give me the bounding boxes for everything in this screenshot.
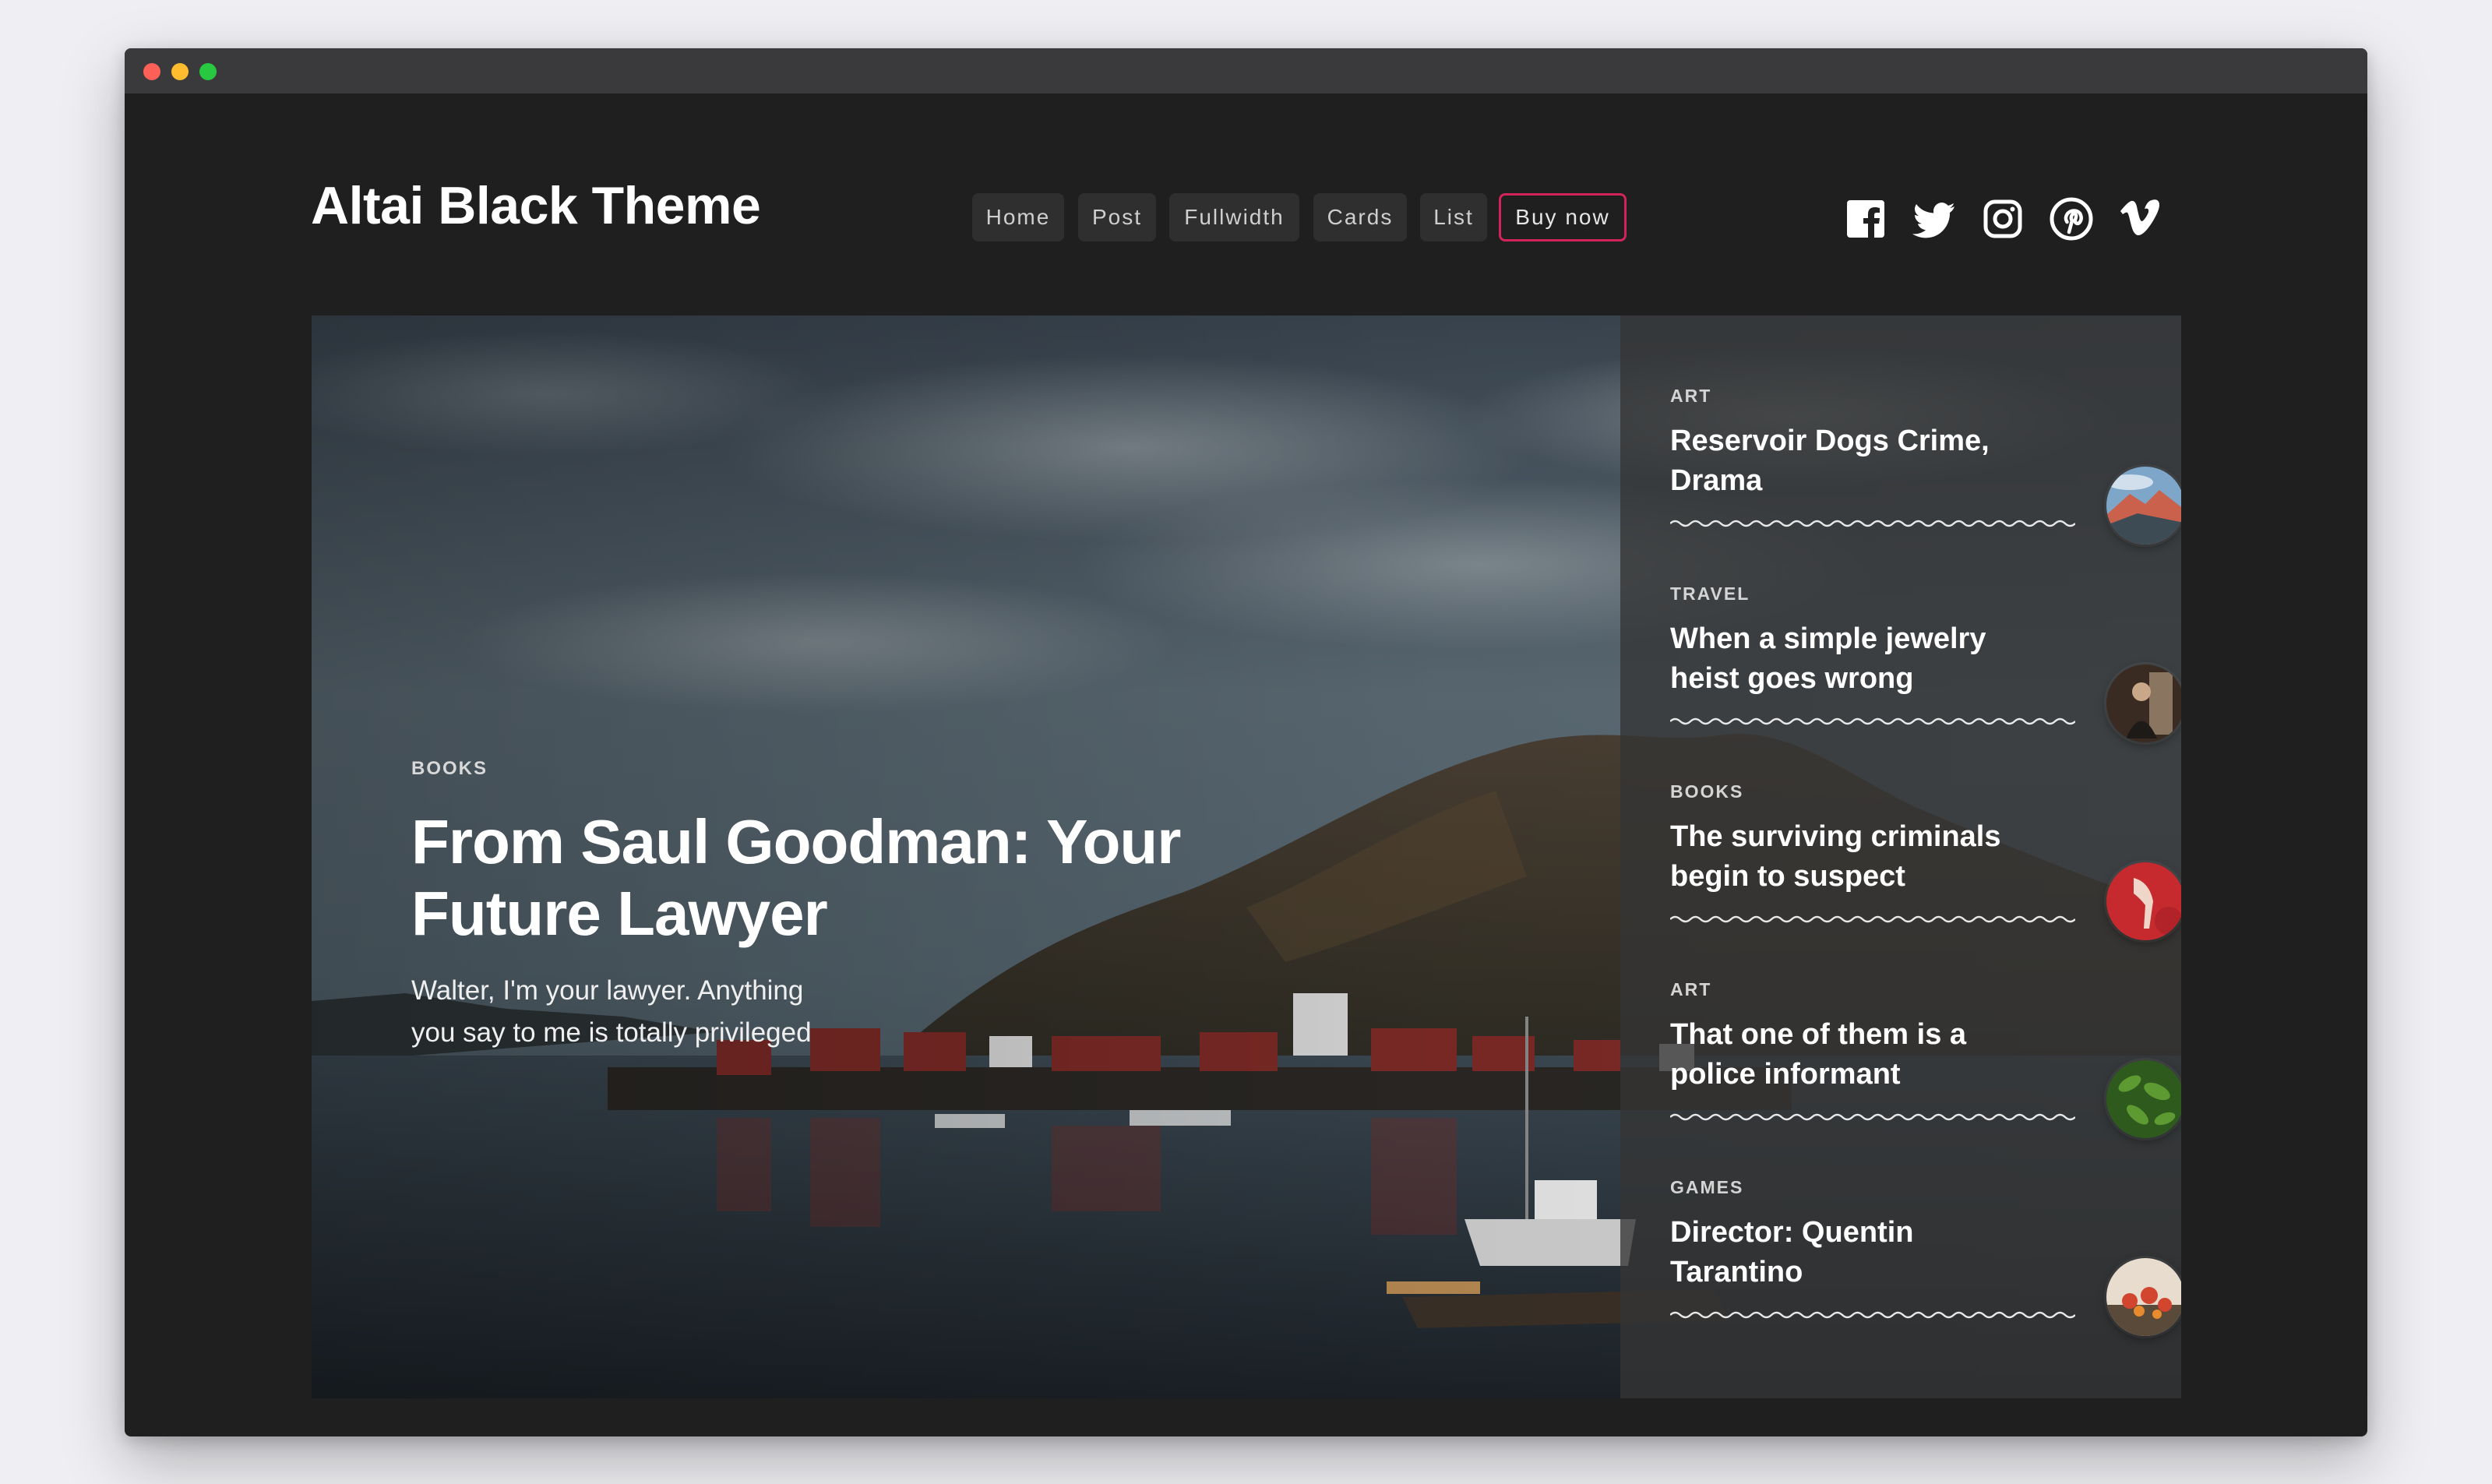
facebook-icon[interactable] [1842, 195, 1890, 243]
vimeo-icon[interactable] [2116, 195, 2164, 243]
post-category[interactable]: ART [1670, 979, 1711, 1000]
post-category[interactable]: GAMES [1670, 1177, 1743, 1198]
featured-excerpt: Walter, I'm your lawyer. Anything you sa… [411, 975, 812, 1048]
nav-list[interactable]: List [1420, 193, 1487, 241]
nav-fullwidth[interactable]: Fullwidth [1169, 193, 1299, 241]
nav-home[interactable]: Home [972, 193, 1064, 241]
post-category[interactable]: ART [1670, 386, 1711, 407]
list-item[interactable]: ART That one of them is a police informa… [1670, 909, 2181, 1138]
post-category[interactable]: TRAVEL [1670, 583, 1750, 605]
list-item[interactable]: BOOKS The surviving criminals begin to s… [1670, 711, 2181, 940]
instagram-icon[interactable] [1979, 195, 2027, 243]
nav-cards[interactable]: Cards [1313, 193, 1407, 241]
nav-post[interactable]: Post [1078, 193, 1156, 241]
post-title[interactable]: That one of them is a police informant [1670, 1015, 2036, 1094]
featured-category[interactable]: BOOKS [411, 758, 488, 780]
post-category[interactable]: BOOKS [1670, 781, 1743, 802]
post-title[interactable]: Director: Quentin Tarantino [1670, 1213, 2036, 1292]
close-window-button[interactable] [143, 63, 160, 80]
minimize-window-button[interactable] [171, 63, 189, 80]
buy-now-button[interactable]: Buy now [1499, 193, 1627, 241]
list-item[interactable]: GAMES Director: Quentin Tarantino [1670, 1107, 2181, 1336]
post-title[interactable]: The surviving criminals begin to suspect [1670, 817, 2036, 897]
list-item[interactable]: ART Reservoir Dogs Crime, Drama [1670, 315, 2181, 545]
featured-title[interactable]: From Saul Goodman: Your Future Lawyer [411, 806, 1221, 950]
browser-window: Altai Black Theme Home Post Fullwidth Ca… [125, 48, 2367, 1436]
pinterest-icon[interactable] [2047, 195, 2095, 243]
wave-divider [1670, 1311, 2075, 1319]
list-item[interactable]: TRAVEL When a simple jewelry heist goes … [1670, 513, 2181, 742]
site-title[interactable]: Altai Black Theme [311, 179, 761, 232]
post-title[interactable]: When a simple jewelry heist goes wrong [1670, 619, 2036, 699]
post-title[interactable]: Reservoir Dogs Crime, Drama [1670, 421, 2036, 501]
window-titlebar [125, 48, 2367, 93]
twitter-icon[interactable] [1910, 195, 1958, 243]
sidebar-post-list: ART Reservoir Dogs Crime, Drama TRAVEL W… [1620, 315, 2181, 1398]
flowers-thumbnail[interactable] [2106, 1258, 2181, 1336]
featured-hero[interactable]: BOOKS From Saul Goodman: Your Future Law… [312, 315, 2181, 1398]
maximize-window-button[interactable] [199, 63, 217, 80]
